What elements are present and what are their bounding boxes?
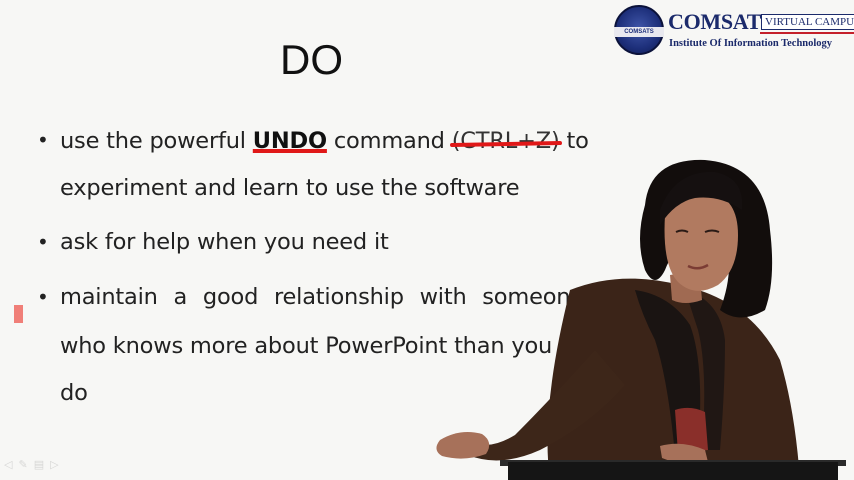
bullet-3-word: good [202,284,259,310]
bullet-glyph: • [37,230,49,254]
bullet-2-line-1: ask for help when you need it [60,229,389,255]
previous-arrow-icon[interactable]: ◁ [4,458,12,471]
slide-edge-marker [14,305,23,323]
bullet-glyph: • [37,128,49,152]
bullet-3-line-3: do [60,380,88,406]
logo-virtual-campus-tag: VIRTUAL CAMPUS [759,14,854,34]
logo-subtitle: Institute Of Information Technology [669,38,833,49]
slideshow-toolbar[interactable]: ◁ ✎ ▤ ▷ [4,458,59,471]
logo-name: COMSATS [668,9,774,34]
next-arrow-icon[interactable]: ▷ [50,458,58,471]
podium [508,462,838,480]
presentation-slide: COMSATS COMSATS VIRTUAL CAMPUS Institute… [0,0,854,480]
comsats-seal-icon: COMSATS [614,5,664,55]
comsats-logo: COMSATS COMSATS VIRTUAL CAMPUS Institute… [614,3,854,55]
bullet-3-word: relationship [273,284,404,310]
seal-band-text: COMSATS [614,27,664,37]
presenter-figure [436,159,800,480]
slide-title: DO [280,36,343,83]
presenter-hand [436,432,490,459]
bullet-3-word: a [173,284,188,310]
pen-icon[interactable]: ✎ [18,458,27,471]
undo-emphasis: UNDO [252,128,327,154]
bullet-1-text-pre: use the powerful [60,128,253,154]
bullet-3-word: maintain [60,284,158,310]
bullet-glyph: • [37,285,49,309]
menu-icon[interactable]: ▤ [34,458,44,471]
